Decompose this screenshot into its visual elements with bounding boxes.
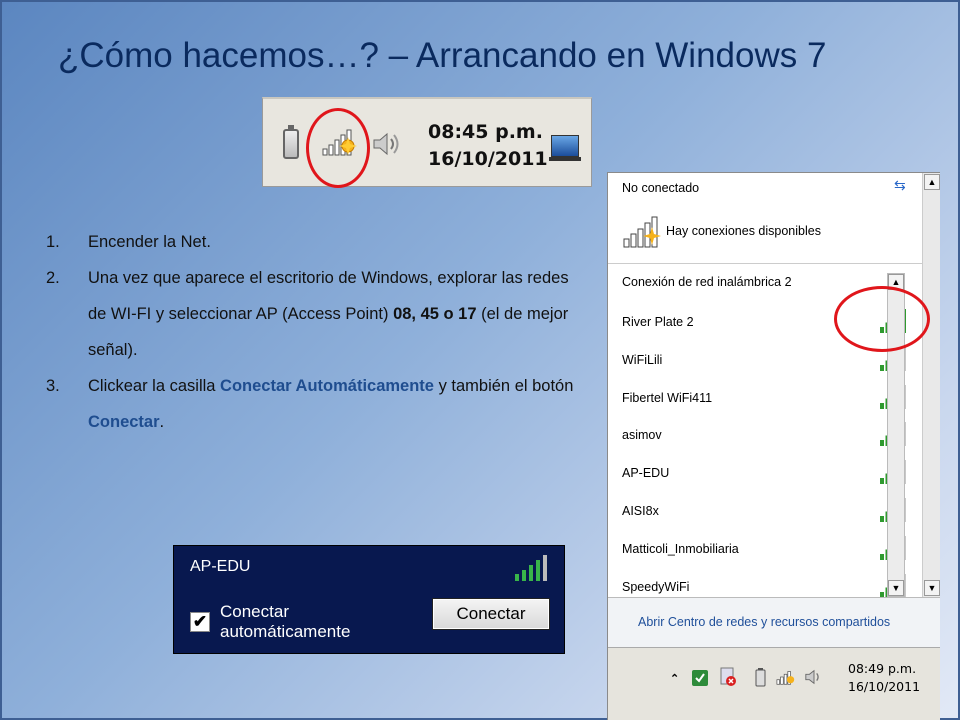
divider <box>608 263 923 264</box>
step-number: 2. <box>46 269 60 287</box>
connect-network-name: AP-EDU <box>190 558 251 575</box>
signal-strength-icon <box>515 555 547 581</box>
network-name: AP-EDU <box>622 466 670 481</box>
step-text: Encender la Net. <box>88 233 211 251</box>
clock-time: 08:49 p.m. <box>848 661 917 676</box>
network-name: asimov <box>622 428 662 443</box>
network-item[interactable]: AP-EDU <box>608 458 923 496</box>
auto-connect-checkbox[interactable]: ✔ <box>190 612 210 632</box>
scroll-down-arrow-icon[interactable]: ▼ <box>888 580 904 596</box>
connect-button[interactable]: Conectar <box>432 598 550 630</box>
wifi-networks-panel: No conectado ⇆ Hay conexiones disponible… <box>607 172 940 720</box>
wireless-connection-name: Conexión de red inalámbrica 2 <box>622 275 792 289</box>
clock-date: 16/10/2011 <box>848 679 921 694</box>
network-name: AISI8x <box>622 503 659 518</box>
action-center-icon[interactable] <box>718 666 738 688</box>
highlight-circle-signal <box>834 286 930 352</box>
connection-status: No conectado <box>622 181 700 195</box>
panel-scrollbar[interactable]: ▲ ▼ <box>922 173 940 597</box>
step-number: 1. <box>46 233 60 251</box>
taskbar-bottom: ⌃ 08:49 p.m. 16/10/2011 <box>608 647 940 720</box>
step-2: 2. Una vez que aparece el escritorio de … <box>46 260 576 368</box>
network-item[interactable]: Fibertel WiFi411 <box>608 383 923 421</box>
speaker-icon[interactable] <box>371 129 401 159</box>
wifi-available-icon <box>623 216 661 248</box>
show-hidden-icons-chevron-icon[interactable]: ⌃ <box>670 672 679 685</box>
step-text: Clickear la casilla <box>88 377 221 395</box>
network-center-link[interactable]: Abrir Centro de redes y recursos compart… <box>638 615 890 629</box>
instructions-list: 1. Encender la Net. 2. Una vez que apare… <box>46 224 576 440</box>
network-item[interactable]: AISI8x <box>608 496 923 534</box>
auto-connect-label: Conectar automáticamente <box>220 602 351 641</box>
wifi-signal-icon[interactable] <box>776 666 796 688</box>
scroll-down-arrow-icon[interactable]: ▼ <box>924 580 940 596</box>
sync-icon[interactable] <box>690 666 710 688</box>
step-text: . <box>159 413 165 431</box>
clock-time: 08:45 p.m. <box>428 121 543 143</box>
step-number: 3. <box>46 377 60 395</box>
network-name: River Plate 2 <box>622 315 694 329</box>
clock-date: 16/10/2011 <box>428 148 548 170</box>
battery-icon <box>283 125 299 159</box>
network-item[interactable]: Matticoli_Inmobiliaria <box>608 534 923 572</box>
scroll-up-arrow-icon[interactable]: ▲ <box>924 174 940 190</box>
network-name: SpeedyWiFi <box>622 579 690 594</box>
step-bold-text: 08, 45 o 17 <box>393 305 477 323</box>
battery-icon[interactable] <box>750 666 770 688</box>
step-1: 1. Encender la Net. <box>46 224 576 260</box>
network-name: Matticoli_Inmobiliaria <box>622 541 739 556</box>
step-highlight: Conectar <box>88 413 160 431</box>
step-3: 3. Clickear la casilla Conectar Automáti… <box>46 368 576 440</box>
step-text: y también el botón <box>433 377 574 395</box>
speaker-icon[interactable] <box>804 666 824 688</box>
connect-dialog: AP-EDU ✔ Conectar automáticamente Conect… <box>173 545 565 654</box>
available-connections-text: Hay conexiones disponibles <box>666 224 821 238</box>
network-name: WiFiLili <box>622 352 663 367</box>
taskbar-clock[interactable]: 08:49 p.m. 16/10/2011 <box>848 660 920 696</box>
network-item[interactable]: asimov <box>608 420 923 458</box>
step-highlight: Conectar Automáticamente <box>220 377 434 395</box>
network-list: River Plate 2 WiFiLili Fibertel WiFi411 asi… <box>608 307 923 609</box>
show-desktop-icon[interactable] <box>549 135 581 161</box>
taskbar-clock[interactable]: 08:45 p.m. 16/10/2011 <box>428 119 548 173</box>
slide-title: ¿Cómo hacemos…? – Arrancando en Windows … <box>58 36 827 75</box>
network-name: Fibertel WiFi411 <box>622 390 713 405</box>
panel-footer: Abrir Centro de redes y recursos compart… <box>608 597 940 647</box>
highlight-circle-wifi-icon <box>306 108 370 188</box>
refresh-icon[interactable]: ⇆ <box>894 177 906 194</box>
